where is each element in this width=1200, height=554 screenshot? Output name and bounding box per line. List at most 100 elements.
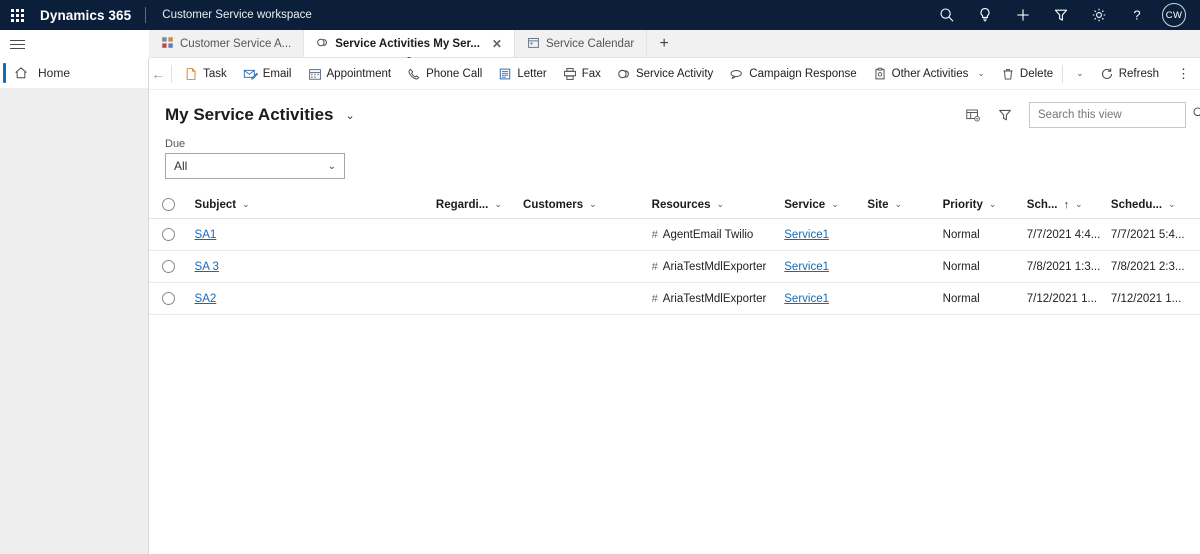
column-header-regarding[interactable]: Regardi... ⌄ — [436, 199, 523, 211]
column-header-service[interactable]: Service ⌄ — [784, 199, 867, 211]
chevron-down-icon[interactable]: ⌄ — [895, 199, 903, 210]
column-header-site[interactable]: Site ⌄ — [867, 199, 942, 211]
column-header-customers[interactable]: Customers ⌄ — [523, 199, 652, 211]
column-header-priority[interactable]: Priority ⌄ — [943, 199, 1027, 211]
row-checkbox[interactable] — [162, 292, 176, 305]
resource-label: AriaTestMdlExporter — [662, 260, 767, 273]
left-navigation-rail: Home — [0, 30, 149, 554]
due-filter-row: Due All ⌄ — [149, 128, 1200, 179]
cell-scheduled-start: 7/12/2021 1... — [1026, 292, 1098, 305]
fax-icon — [563, 67, 577, 81]
new-fax-button[interactable]: Fax — [555, 58, 609, 90]
grid-header-row: Subject ⌄ Regardi... ⌄ Customers ⌄ Resou… — [149, 191, 1200, 219]
tab-customer-service-agent-dashboard[interactable]: Customer Service A... — [149, 30, 305, 57]
app-launcher-icon[interactable] — [0, 0, 34, 30]
letter-icon — [498, 67, 512, 81]
more-commands-button[interactable]: ⋮ — [1167, 67, 1200, 80]
chevron-down-icon[interactable]: ⌄ — [328, 161, 336, 172]
brand-title: Dynamics 365 — [40, 7, 132, 23]
service-link[interactable]: Service1 — [784, 229, 829, 241]
service-activity-icon — [617, 67, 631, 81]
new-service-activity-button[interactable]: Service Activity — [609, 58, 721, 90]
campaign-response-icon — [729, 67, 744, 81]
column-header-scheduled-start[interactable]: Sch... ↑ ⌄ — [1027, 199, 1111, 211]
tab-service-calendar[interactable]: Service Calendar — [515, 30, 648, 57]
chevron-down-icon[interactable]: ⌄ — [989, 199, 997, 210]
phone-call-icon — [407, 67, 421, 81]
row-select-cell[interactable] — [149, 228, 189, 241]
cell-resources: # AriaTestMdlExporter — [652, 293, 785, 305]
chevron-down-icon[interactable]: ⌄ — [1075, 199, 1083, 210]
column-header-subject[interactable]: Subject ⌄ — [189, 199, 436, 211]
subject-link[interactable]: SA1 — [195, 229, 217, 241]
avatar[interactable]: CW — [1162, 3, 1186, 27]
service-link[interactable]: Service1 — [784, 261, 829, 273]
table-row[interactable]: SA2 # AriaTestMdlExporter Service1 Norma… — [149, 283, 1200, 315]
new-appointment-button[interactable]: Appointment — [300, 58, 400, 90]
delete-icon — [1001, 67, 1015, 81]
other-activities-menu[interactable]: Other Activities ⌄ — [865, 58, 993, 90]
refresh-button[interactable]: Refresh — [1092, 58, 1167, 90]
site-map-toggle[interactable] — [0, 30, 149, 58]
chevron-down-icon[interactable]: ⌄ — [1168, 199, 1176, 210]
new-tab-button[interactable]: + — [647, 30, 681, 57]
edit-columns-icon[interactable] — [959, 102, 987, 128]
select-all-cell[interactable] — [149, 198, 189, 211]
new-task-button[interactable]: Task — [176, 58, 235, 90]
help-icon[interactable]: ? — [1118, 0, 1156, 30]
table-row[interactable]: SA 3 # AriaTestMdlExporter Service1 Norm… — [149, 251, 1200, 283]
tab-service-activities-my-service-activities[interactable]: Service Activities My Ser... ✕ — [304, 30, 515, 62]
command-label: Delete — [1019, 67, 1054, 80]
search-input[interactable] — [1038, 109, 1192, 121]
command-bar: ← Task Email Appointment Phone Call Lett… — [149, 58, 1200, 90]
edit-filters-icon[interactable] — [991, 102, 1019, 128]
refresh-icon — [1100, 67, 1114, 81]
email-icon — [243, 67, 258, 81]
search-icon[interactable] — [928, 0, 966, 30]
close-icon[interactable]: ✕ — [492, 38, 502, 50]
row-checkbox[interactable] — [162, 260, 176, 273]
lightbulb-icon[interactable] — [966, 0, 1004, 30]
search-view-box[interactable] — [1029, 102, 1200, 128]
filter-icon[interactable] — [1042, 0, 1080, 30]
command-label: Fax — [581, 67, 601, 80]
new-letter-button[interactable]: Letter — [490, 58, 554, 90]
view-tools — [959, 102, 1200, 128]
command-label: Letter — [517, 67, 547, 80]
gear-icon[interactable] — [1080, 0, 1118, 30]
column-header-resources[interactable]: Resources ⌄ — [652, 199, 785, 211]
chevron-down-icon[interactable]: ⌄ — [346, 109, 355, 122]
home-icon — [14, 66, 36, 80]
delete-button[interactable]: Delete ⌄ — [993, 58, 1092, 90]
chevron-down-icon[interactable]: ⌄ — [494, 199, 502, 210]
row-select-cell[interactable] — [149, 292, 189, 305]
command-label: Appointment — [326, 67, 392, 80]
service-link[interactable]: Service1 — [784, 293, 829, 305]
new-email-button[interactable]: Email — [235, 58, 300, 90]
table-row[interactable]: SA1 # AgentEmail Twilio Service1 Normal … — [149, 219, 1200, 251]
chevron-down-icon[interactable]: ⌄ — [1076, 68, 1084, 79]
chevron-down-icon[interactable]: ⌄ — [716, 199, 724, 210]
chevron-down-icon[interactable]: ⌄ — [977, 68, 985, 79]
row-checkbox[interactable] — [162, 228, 176, 241]
task-icon — [184, 67, 198, 81]
new-campaign-response-button[interactable]: Campaign Response — [721, 58, 864, 90]
chevron-down-icon[interactable]: ⌄ — [589, 199, 597, 210]
cell-resources: # AgentEmail Twilio — [652, 229, 785, 241]
column-label: Site — [867, 198, 889, 211]
plus-icon[interactable] — [1004, 0, 1042, 30]
row-select-cell[interactable] — [149, 260, 189, 273]
chevron-down-icon[interactable]: ⌄ — [242, 199, 250, 210]
sidebar-item-home[interactable]: Home — [0, 58, 148, 88]
sort-ascending-icon[interactable]: ↑ — [1063, 199, 1069, 211]
subject-link[interactable]: SA2 — [195, 293, 217, 305]
column-header-scheduled-end[interactable]: Schedu... ⌄ — [1111, 199, 1200, 211]
select-all-checkbox[interactable] — [162, 198, 176, 211]
chevron-down-icon[interactable]: ⌄ — [831, 199, 839, 210]
view-selector[interactable]: My Service Activities ⌄ — [165, 105, 355, 125]
new-phone-call-button[interactable]: Phone Call — [399, 58, 490, 90]
due-filter-select[interactable]: All ⌄ — [165, 153, 345, 179]
subject-link[interactable]: SA 3 — [195, 261, 219, 273]
search-icon[interactable] — [1192, 106, 1200, 125]
back-button[interactable]: ← — [149, 66, 167, 82]
